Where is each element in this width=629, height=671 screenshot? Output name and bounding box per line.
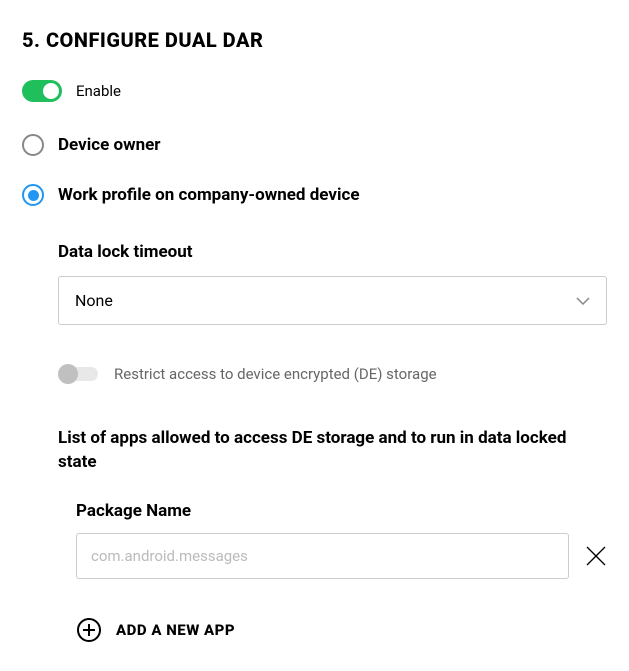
device-owner-label: Device owner: [58, 135, 161, 155]
package-section: Package Name ADD A NEW APP: [58, 501, 607, 643]
package-name-label: Package Name: [76, 501, 607, 521]
chevron-down-icon: [576, 297, 590, 305]
toggle-knob-off: [58, 364, 78, 384]
plus-circle-icon: [76, 617, 102, 643]
radio-work-profile[interactable]: Work profile on company-owned device: [22, 184, 607, 206]
section-number: 5.: [22, 28, 40, 52]
enable-toggle[interactable]: [22, 80, 62, 102]
work-profile-label: Work profile on company-owned device: [58, 185, 360, 205]
work-profile-subsection: Data lock timeout None Restrict access t…: [22, 242, 607, 643]
restrict-row: Restrict access to device encrypted (DE)…: [58, 365, 607, 383]
enable-row: Enable: [22, 80, 607, 102]
radio-circle-icon: [22, 134, 44, 156]
add-app-button[interactable]: ADD A NEW APP: [76, 617, 607, 643]
data-lock-select[interactable]: None: [58, 276, 607, 325]
close-icon[interactable]: [585, 545, 607, 567]
package-input-row: [76, 533, 607, 579]
toggle-knob: [43, 83, 59, 99]
section-title: 5. CONFIGURE DUAL DAR: [22, 28, 607, 52]
radio-device-owner[interactable]: Device owner: [22, 134, 607, 156]
package-name-input[interactable]: [76, 533, 569, 579]
enable-label: Enable: [76, 82, 121, 100]
app-list-heading: List of apps allowed to access DE storag…: [58, 427, 607, 475]
data-lock-value: None: [75, 291, 113, 310]
data-lock-label: Data lock timeout: [58, 242, 607, 262]
restrict-toggle[interactable]: [58, 367, 98, 381]
section-heading: CONFIGURE DUAL DAR: [46, 28, 263, 52]
add-app-label: ADD A NEW APP: [116, 621, 235, 639]
restrict-label: Restrict access to device encrypted (DE)…: [114, 365, 437, 383]
radio-dot-icon: [28, 190, 39, 201]
radio-circle-selected-icon: [22, 184, 44, 206]
